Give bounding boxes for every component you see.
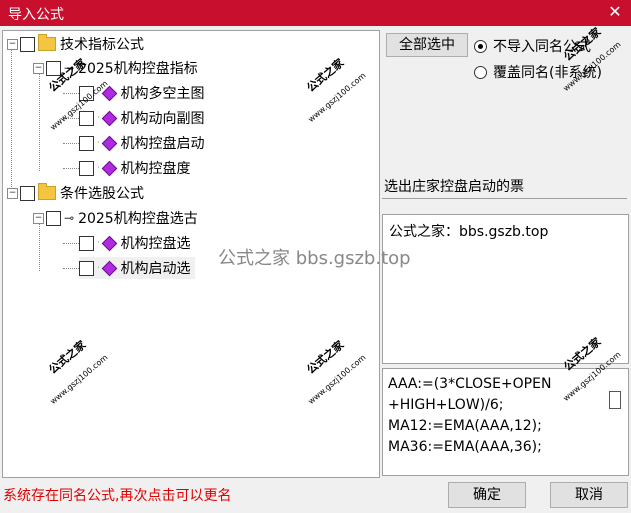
checkbox[interactable] xyxy=(79,135,94,151)
tree-item[interactable]: ᐧ 机构动向副图 xyxy=(79,107,205,129)
tree-label: 条件选股公式 xyxy=(60,186,144,202)
tree-line xyxy=(63,143,79,144)
tree-line xyxy=(63,168,79,169)
tree-label: 2025机构控盘指标 xyxy=(78,61,198,77)
formula-icon xyxy=(101,160,117,176)
tree-label: 技术指标公式 xyxy=(60,37,144,53)
formula-description: 选出庄家控盘启动的票 xyxy=(384,179,524,195)
key-icon: ⊸ xyxy=(64,211,75,225)
site-text: 公式之家：bbs.gszb.top xyxy=(389,224,549,240)
tree-label: 机构控盘度 xyxy=(120,161,191,177)
select-all-button[interactable]: 全部选中 xyxy=(386,33,468,57)
tree-node-select[interactable]: − 条件选股公式 xyxy=(7,182,144,204)
collapse-icon[interactable]: − xyxy=(33,212,44,224)
tree-node-tech[interactable]: − 技术指标公式 xyxy=(7,33,144,55)
radio-icon[interactable] xyxy=(474,39,487,53)
ok-button[interactable]: 确定 xyxy=(448,482,526,508)
tree-label: 机构控盘选 xyxy=(120,236,191,252)
checkbox[interactable] xyxy=(46,210,61,226)
watermark-center: 公式之家 bbs.gszb.top xyxy=(218,248,411,269)
title-bar: 导入公式 ✕ xyxy=(0,0,631,26)
folder-icon xyxy=(38,183,56,200)
folder-icon xyxy=(38,34,56,51)
tree-item[interactable]: ᐧ 机构控盘启动 xyxy=(79,132,205,154)
collapse-icon[interactable]: − xyxy=(33,62,44,74)
tree-line xyxy=(63,268,79,269)
tree-line xyxy=(39,71,40,171)
status-message: 系统存在同名公式,再次点击可以更名 xyxy=(3,488,232,504)
radio-icon[interactable] xyxy=(474,65,487,79)
checkbox[interactable] xyxy=(79,160,94,176)
cancel-button[interactable]: 取消 xyxy=(550,482,628,508)
tree-label: 机构控盘启动 xyxy=(120,136,205,152)
tree-item[interactable]: ᐧ 机构控盘度 xyxy=(79,157,191,179)
close-icon[interactable]: ✕ xyxy=(605,2,625,22)
tree-line xyxy=(63,243,79,244)
window-title: 导入公式 xyxy=(8,7,64,23)
checkbox[interactable] xyxy=(20,185,35,201)
scroll-thumb[interactable] xyxy=(609,391,621,409)
formula-icon xyxy=(101,235,117,251)
collapse-icon[interactable]: − xyxy=(7,38,18,50)
checkbox[interactable] xyxy=(79,235,94,251)
tree-label: 2025机构控盘选古 xyxy=(78,211,198,227)
tree-label: 机构启动选 xyxy=(120,261,191,277)
checkbox[interactable] xyxy=(79,260,94,276)
collapse-icon[interactable]: − xyxy=(7,187,18,199)
formula-code: AAA:=(3*CLOSE+OPEN +HIGH+LOW)/6; MA12:=E… xyxy=(388,376,552,455)
divider xyxy=(382,198,627,199)
tree-item[interactable]: ᐧ 机构控盘选 xyxy=(79,232,191,254)
tree-line xyxy=(63,93,79,94)
checkbox[interactable] xyxy=(20,36,35,52)
formula-icon xyxy=(101,135,117,151)
tree-node-select-sub[interactable]: − ⊸ 2025机构控盘选古 xyxy=(33,207,198,229)
tree-label: 机构多空主图 xyxy=(120,86,205,102)
formula-icon xyxy=(101,260,117,276)
tree-item-selected[interactable]: ᐧ 机构启动选 xyxy=(79,257,195,279)
checkbox[interactable] xyxy=(79,110,94,126)
tree-label: 机构动向副图 xyxy=(120,111,205,127)
tree-line xyxy=(11,47,12,195)
formula-icon xyxy=(101,110,117,126)
